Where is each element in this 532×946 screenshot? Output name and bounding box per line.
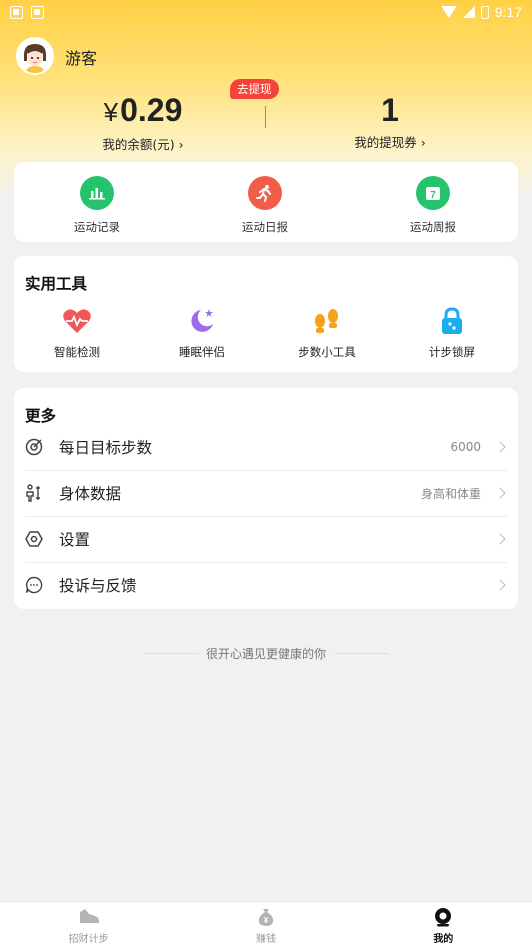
records-exercise-log[interactable]: 运动记录 [47,176,147,235]
tab-step-counter[interactable]: 招财计步 [0,902,177,946]
slogan: 很开心遇见更健康的你 [205,647,326,661]
moon-icon [187,306,217,336]
voucher-label: 我的提现券 › [354,135,426,150]
clock: 9:17 [494,4,522,20]
wifi-icon [440,6,457,18]
records-daily-report[interactable]: 运动日报 [215,176,315,235]
more-title: 更多 [25,407,57,425]
status-bar: 9:17 [0,0,532,24]
stat-divider [265,106,266,128]
tools-title: 实用工具 [25,275,88,293]
svg-text:¥: ¥ [264,916,269,925]
tool-step-lockscreen[interactable]: 计步锁屏 [397,306,507,360]
calendar-icon: 7 [416,176,450,210]
chevron-right-icon [494,441,506,453]
notification-icon [31,5,44,19]
more-card: 更多 每日目标步数 6000 身体数据 身高和体重 设置 投诉与反馈 [14,388,518,609]
chat-bubble-icon [25,576,43,594]
row-body-data[interactable]: 身体数据 身高和体重 [14,470,518,516]
row-daily-step-goal[interactable]: 每日目标步数 6000 [14,424,518,470]
balance-amount: ¥0.29 [103,92,183,128]
runner-icon [248,176,282,210]
avatar[interactable] [16,37,54,75]
chevron-right-icon [494,579,506,591]
balance-stat[interactable]: ¥0.29 我的余额(元) › [88,90,198,153]
body-icon [26,484,40,502]
chevron-right-icon [494,487,506,499]
heart-icon [62,306,92,336]
battery-icon [480,5,489,19]
signal-icon [462,6,475,18]
footprints-icon [312,306,342,336]
row-feedback[interactable]: 投诉与反馈 [14,562,518,608]
sneaker-icon [78,907,100,927]
tool-sleep-companion[interactable]: 睡眠伴侣 [147,306,257,360]
balance-label: 我的余额(元) › [102,137,184,152]
profile-icon [432,907,454,927]
settings-icon [25,531,43,547]
lock-icon [437,306,467,336]
tools-card: 实用工具 智能检测 睡眠伴侣 步数小工具 计步锁屏 [14,256,518,372]
notification-icon [10,5,23,19]
bottom-tab-bar: 招财计步 ¥ 赚钱 我的 [0,901,532,946]
chevron-right-icon [494,533,506,545]
tab-mine[interactable]: 我的 [355,902,532,946]
voucher-count: 1 [381,92,399,128]
bar-chart-icon [80,176,114,210]
target-icon [25,438,43,456]
tab-earn-money[interactable]: ¥ 赚钱 [177,902,354,946]
withdraw-tag[interactable]: 去提现 [230,79,279,99]
tool-smart-detection[interactable]: 智能检测 [22,306,132,360]
tool-step-widget[interactable]: 步数小工具 [272,306,382,360]
records-weekly-report[interactable]: 7 运动周报 [383,176,483,235]
money-bag-icon: ¥ [255,907,277,927]
row-settings[interactable]: 设置 [14,516,518,562]
voucher-stat[interactable]: 1 我的提现券 › [330,90,450,151]
svg-text:7: 7 [430,190,436,201]
username[interactable]: 游客 [65,45,97,69]
records-card: 运动记录 运动日报 7 运动周报 [14,162,518,242]
